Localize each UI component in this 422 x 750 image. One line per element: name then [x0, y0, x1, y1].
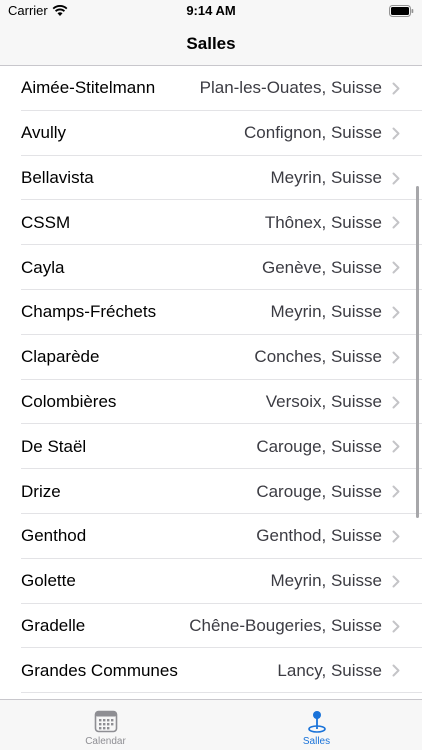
list-item[interactable]: Aimée-Stitelmann Plan-les-Ouates, Suisse — [0, 66, 422, 111]
row-name: Colombières — [21, 391, 117, 411]
chevron-right-icon — [392, 620, 400, 633]
list-item[interactable]: CSSM Thônex, Suisse — [0, 200, 422, 245]
row-place: Genève, Suisse — [261, 257, 382, 277]
row-name: Bellavista — [21, 167, 94, 187]
list-item[interactable]: Drize Carouge, Suisse — [0, 469, 422, 514]
chevron-right-icon — [392, 351, 400, 364]
chevron-right-icon — [392, 216, 400, 229]
status-time: 9:14 AM — [186, 3, 236, 18]
row-name: Champs-Fréchets — [21, 302, 157, 322]
scroll-indicator[interactable] — [416, 186, 419, 518]
salles-list[interactable]: Aimée-Stitelmann Plan-les-Ouates, Suisse… — [0, 66, 422, 699]
map-pin-icon — [307, 711, 326, 733]
battery-icon — [389, 5, 414, 17]
chevron-right-icon — [392, 485, 400, 498]
chevron-right-icon — [392, 530, 400, 543]
tab-salles-label: Salles — [302, 736, 331, 747]
tab-calendar-label: Calendar — [85, 736, 126, 747]
chevron-right-icon — [392, 82, 400, 95]
list-item[interactable]: Colombières Versoix, Suisse — [0, 380, 422, 425]
page-title: Salles — [186, 34, 236, 53]
row-name: Avully — [21, 123, 67, 143]
list-item[interactable]: Avully Confignon, Suisse — [0, 111, 422, 156]
chevron-right-icon — [392, 575, 400, 588]
row-place: Versoix, Suisse — [265, 391, 382, 411]
row-name: Drize — [21, 481, 61, 501]
chevron-right-icon — [392, 127, 400, 140]
row-place: Genthod, Suisse — [256, 526, 382, 546]
chevron-right-icon — [392, 306, 400, 319]
calendar-icon — [94, 710, 117, 733]
row-place: Lancy, Suisse — [277, 660, 382, 680]
chevron-right-icon — [392, 440, 400, 453]
tab-salles[interactable]: Salles — [211, 700, 422, 750]
row-place: Conches, Suisse — [254, 347, 382, 367]
row-name: De Staël — [21, 436, 87, 456]
row-place: Confignon, Suisse — [244, 123, 382, 143]
navigation-bar: Salles — [0, 22, 422, 66]
chevron-right-icon — [392, 261, 400, 274]
list-item[interactable]: Champs-Fréchets Meyrin, Suisse — [0, 290, 422, 335]
row-name: Genthod — [21, 526, 87, 546]
list-item[interactable]: Gradelle Chêne-Bougeries, Suisse — [0, 604, 422, 649]
chevron-right-icon — [392, 396, 400, 409]
row-place: Carouge, Suisse — [256, 481, 382, 501]
row-place: Meyrin, Suisse — [270, 302, 382, 322]
row-name: Gradelle — [21, 615, 86, 635]
tab-bar: Calendar Salles — [0, 699, 422, 750]
row-name: Golette — [21, 571, 76, 591]
row-name: CSSM — [21, 212, 71, 232]
list-item[interactable]: Bellavista Meyrin, Suisse — [0, 156, 422, 201]
list-item[interactable]: Genthod Genthod, Suisse — [0, 514, 422, 559]
row-place: Carouge, Suisse — [256, 436, 382, 456]
list-item[interactable]: Grandes Communes Lancy, Suisse — [0, 648, 422, 693]
row-place: Meyrin, Suisse — [270, 167, 382, 187]
row-place: Chêne-Bougeries, Suisse — [189, 615, 382, 635]
row-place: Thônex, Suisse — [264, 212, 382, 232]
chevron-right-icon — [392, 172, 400, 185]
list-item[interactable]: Cayla Genève, Suisse — [0, 245, 422, 290]
list-item[interactable]: Golette Meyrin, Suisse — [0, 559, 422, 604]
row-place: Meyrin, Suisse — [270, 571, 382, 591]
status-bar: Carrier 9:14 AM — [0, 0, 422, 22]
chevron-right-icon — [392, 664, 400, 677]
row-name: Cayla — [21, 257, 65, 277]
row-name: Grandes Communes — [21, 660, 178, 680]
row-place: Plan-les-Ouates, Suisse — [199, 78, 382, 98]
list-item[interactable]: Claparède Conches, Suisse — [0, 335, 422, 380]
row-name: Claparède — [21, 347, 100, 367]
list-item[interactable]: De Staël Carouge, Suisse — [0, 424, 422, 469]
tab-calendar[interactable]: Calendar — [0, 700, 211, 750]
row-name: Aimée-Stitelmann — [21, 78, 156, 98]
